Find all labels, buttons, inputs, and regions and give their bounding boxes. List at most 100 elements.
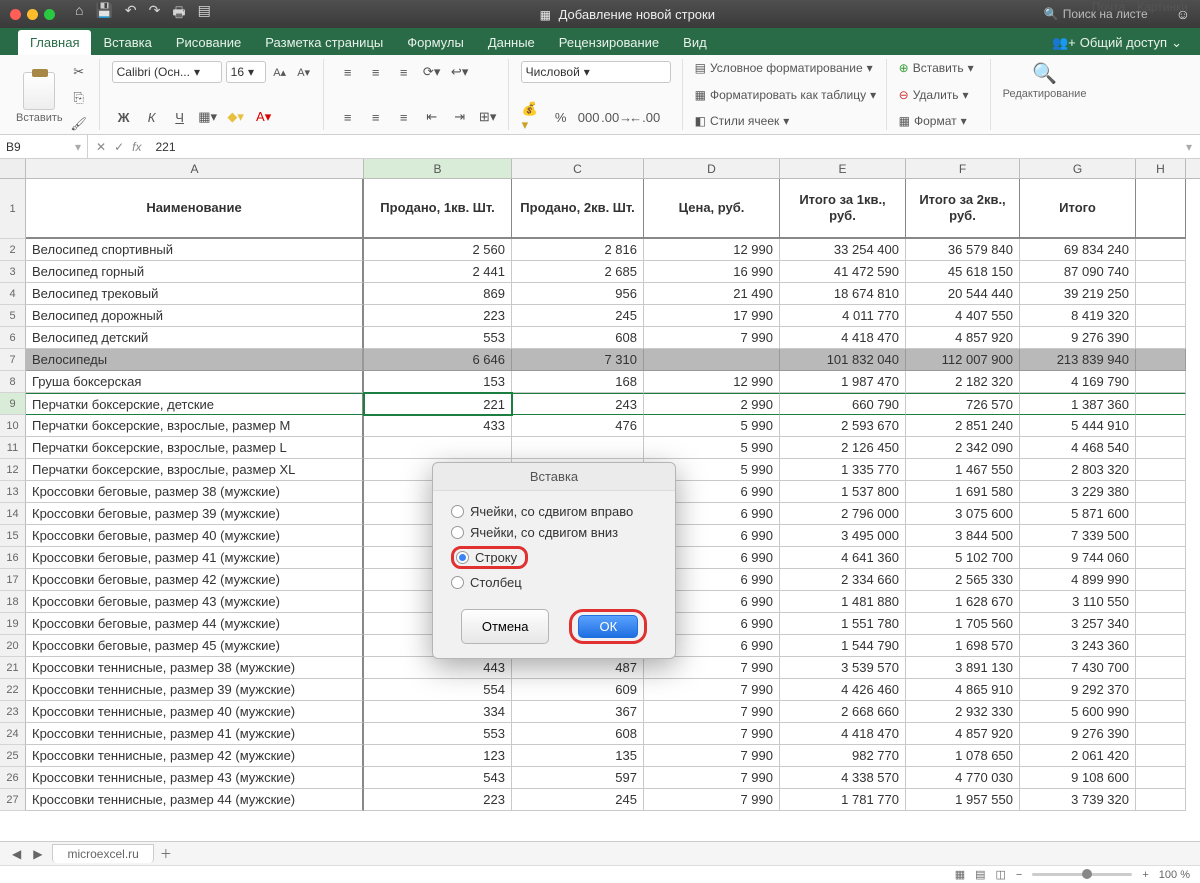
fx-icon[interactable]: fx [132,140,141,154]
cell[interactable]: 2 851 240 [906,415,1020,437]
home-icon[interactable]: ⌂ [75,2,83,26]
font-color-icon[interactable]: A▾ [252,106,276,128]
cell[interactable]: 1 781 770 [780,789,906,811]
cell[interactable]: 726 570 [906,393,1020,415]
zoom-in-icon[interactable]: + [1142,869,1148,881]
cell[interactable]: 334 [364,701,512,723]
cell[interactable]: Велосипед горный [26,261,364,283]
cell[interactable]: 5 871 600 [1020,503,1136,525]
cell[interactable]: 5 990 [644,415,780,437]
cell[interactable]: Кроссовки теннисные, размер 42 (мужские) [26,745,364,767]
paste-button[interactable]: Вставить [16,72,63,124]
cell[interactable]: Велосипед трековый [26,283,364,305]
cell[interactable] [1136,503,1186,525]
row-header[interactable]: 9 [0,393,26,415]
col-header-a[interactable]: A [26,159,364,178]
close-icon[interactable] [10,9,21,20]
cell[interactable] [1136,283,1186,305]
inc-decimal-icon[interactable]: .00→ [605,106,629,128]
cell[interactable]: 2 560 [364,239,512,261]
cell[interactable]: 1 987 470 [780,371,906,393]
cell[interactable]: Кроссовки теннисные, размер 44 (мужские) [26,789,364,811]
cell[interactable]: 16 990 [644,261,780,283]
cell[interactable]: 135 [512,745,644,767]
cell[interactable]: 3 229 380 [1020,481,1136,503]
italic-button[interactable]: К [140,106,164,128]
cell[interactable] [512,437,644,459]
cell[interactable] [1136,415,1186,437]
cell[interactable]: 223 [364,305,512,327]
cell[interactable]: 123 [364,745,512,767]
cell[interactable]: 608 [512,723,644,745]
cell[interactable]: 2 593 670 [780,415,906,437]
cell[interactable] [1136,701,1186,723]
row-header[interactable]: 1 [0,179,26,239]
col-header-e[interactable]: E [780,159,906,178]
cell[interactable]: 12 990 [644,239,780,261]
cell[interactable]: 1 628 670 [906,591,1020,613]
row-header[interactable]: 15 [0,525,26,547]
formula-input[interactable]: 221 [149,140,1178,154]
cell[interactable]: 1 957 550 [906,789,1020,811]
cell[interactable]: 168 [512,371,644,393]
cell[interactable]: 660 790 [780,393,906,415]
zoom-value[interactable]: 100 % [1159,869,1190,881]
cell[interactable] [1136,679,1186,701]
cell[interactable]: Велосипед детский [26,327,364,349]
header-cell[interactable]: Итого за 1кв., руб. [780,179,906,239]
cell[interactable]: 7 310 [512,349,644,371]
row-header[interactable]: 18 [0,591,26,613]
row-header[interactable]: 16 [0,547,26,569]
grow-font-icon[interactable]: A▴ [270,63,290,81]
cell[interactable]: 543 [364,767,512,789]
cell[interactable]: 3 844 500 [906,525,1020,547]
cell[interactable] [1136,789,1186,811]
cell[interactable] [1136,371,1186,393]
cell[interactable]: 2 342 090 [906,437,1020,459]
cell[interactable]: Кроссовки теннисные, размер 43 (мужские) [26,767,364,789]
shrink-font-icon[interactable]: A▾ [294,63,314,81]
cell[interactable]: 2 126 450 [780,437,906,459]
conditional-format-button[interactable]: ▤Условное форматирование▾ [695,61,878,75]
cell[interactable]: 1 705 560 [906,613,1020,635]
cell[interactable]: 1 691 580 [906,481,1020,503]
border-icon[interactable]: ▦▾ [196,106,220,128]
orientation-icon[interactable]: ⟳▾ [420,61,444,83]
cell[interactable]: 553 [364,723,512,745]
align-left-icon[interactable]: ≡ [336,106,360,128]
copy-icon[interactable]: ⎘ [67,87,91,109]
cell[interactable]: 4 418 470 [780,723,906,745]
cell[interactable]: 3 075 600 [906,503,1020,525]
header-cell[interactable]: Продано, 1кв. Шт. [364,179,512,239]
cell[interactable]: 112 007 900 [906,349,1020,371]
cell[interactable]: 7 990 [644,789,780,811]
row-header[interactable]: 17 [0,569,26,591]
cell[interactable]: 4 865 910 [906,679,1020,701]
row-header[interactable]: 27 [0,789,26,811]
radio-cells-down[interactable]: Ячейки, со сдвигом вниз [451,522,657,543]
cell[interactable]: Велосипед дорожный [26,305,364,327]
cell[interactable]: 2 061 420 [1020,745,1136,767]
cell[interactable] [1136,613,1186,635]
save-icon[interactable]: 💾 [95,2,112,26]
row-header[interactable]: 13 [0,481,26,503]
cell[interactable]: 12 990 [644,371,780,393]
cell[interactable]: 7 990 [644,327,780,349]
select-all-corner[interactable] [0,159,26,178]
cell[interactable]: 245 [512,305,644,327]
row-header[interactable]: 8 [0,371,26,393]
cell[interactable]: 553 [364,327,512,349]
cell[interactable]: 476 [512,415,644,437]
expand-icon[interactable]: ▾ [1178,140,1200,154]
tab-view[interactable]: Вид [671,30,719,55]
cell[interactable]: 1 481 880 [780,591,906,613]
cell[interactable]: 17 990 [644,305,780,327]
align-mid-icon[interactable]: ≡ [364,61,388,83]
cell-styles-button[interactable]: ◧Стили ячеек▾ [695,114,878,128]
col-header-b[interactable]: B [364,159,512,178]
tab-insert[interactable]: Вставка [91,30,163,55]
cell[interactable]: 39 219 250 [1020,283,1136,305]
cell[interactable]: 608 [512,327,644,349]
fill-color-icon[interactable]: ◆▾ [224,106,248,128]
cell[interactable]: 5 102 700 [906,547,1020,569]
